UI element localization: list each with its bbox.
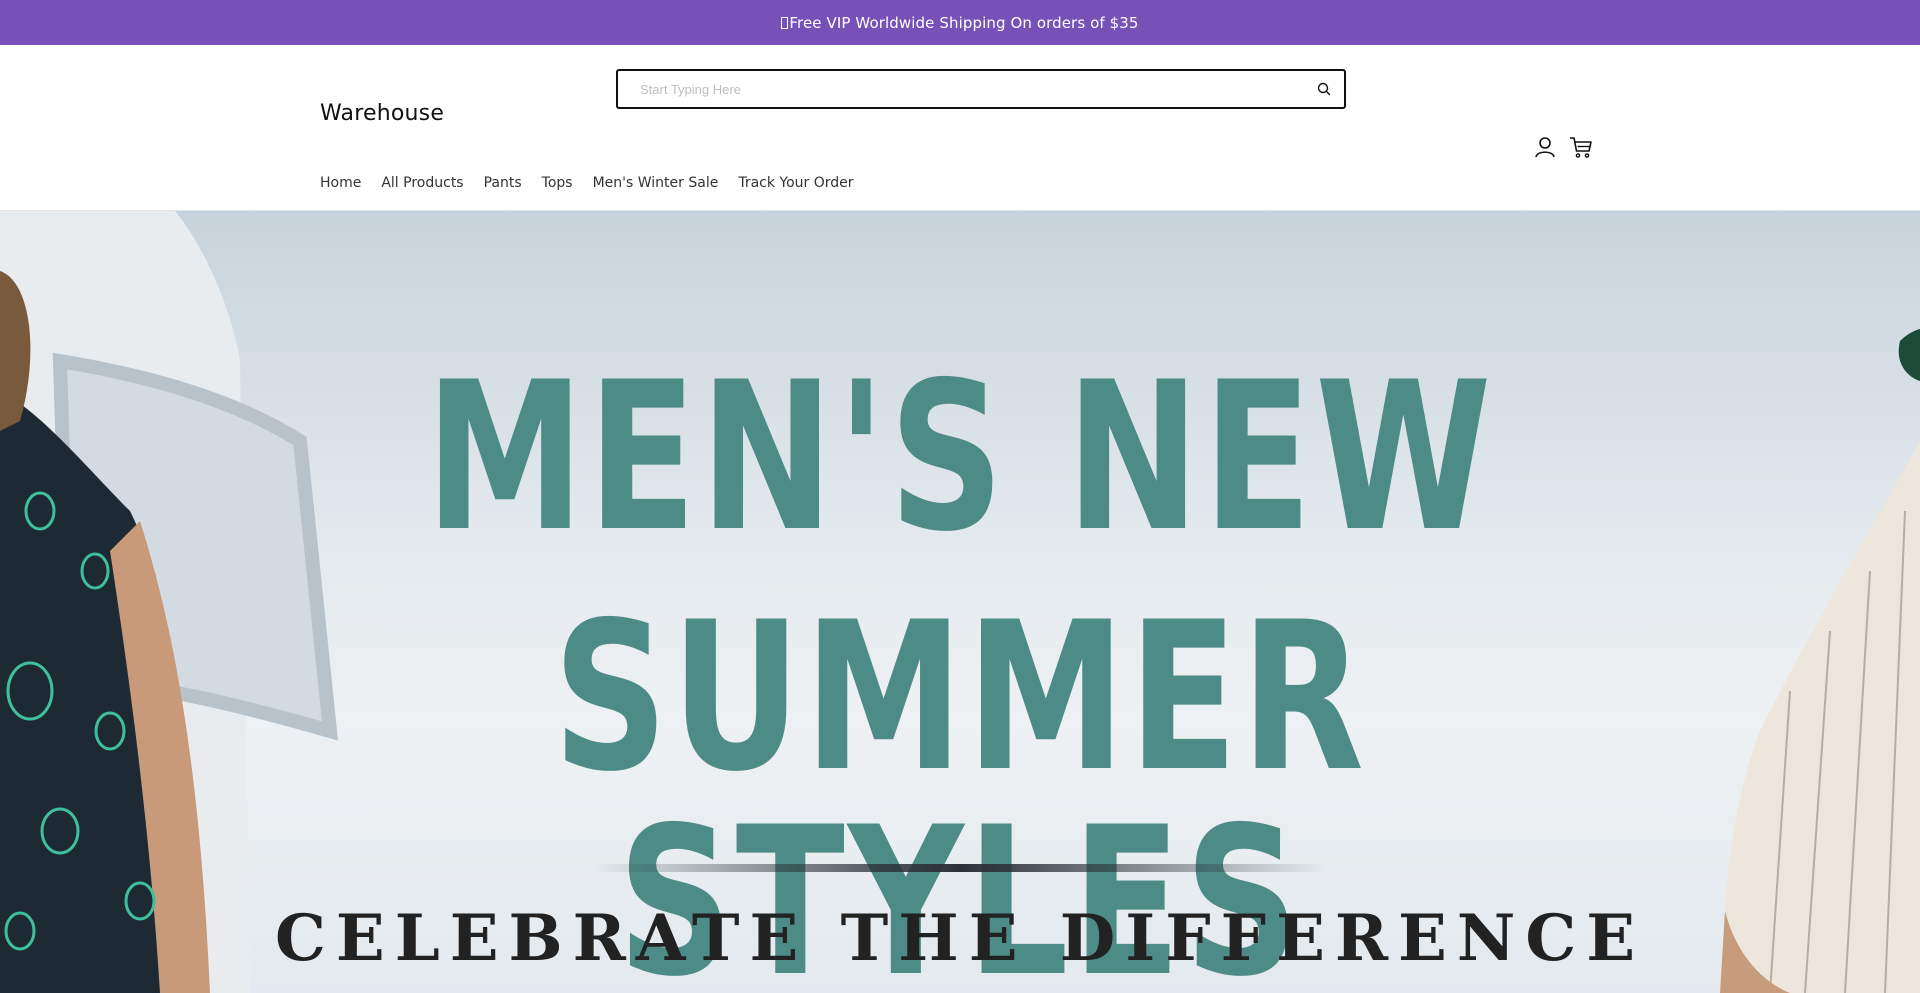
nav-item-track-order[interactable]: Track Your Order bbox=[738, 175, 853, 191]
announcement-text: Free VIP Worldwide Shipping On orders of… bbox=[789, 13, 1139, 32]
nav-item-all-products[interactable]: All Products bbox=[381, 175, 463, 191]
cart-button[interactable] bbox=[1568, 135, 1594, 159]
hero-banner[interactable]: MEN'S NEW SUMMER STYLES CELEBRATE THE DI… bbox=[0, 211, 1920, 993]
hero-subtitle: CELEBRATE THE DIFFERENCE bbox=[274, 901, 1646, 976]
search-bar bbox=[616, 69, 1346, 109]
site-header: Warehouse Home All Products Pants Tops M… bbox=[0, 45, 1920, 211]
account-button[interactable] bbox=[1533, 135, 1557, 159]
search-icon bbox=[1317, 82, 1331, 96]
missing-glyph-icon bbox=[781, 16, 789, 29]
nav-item-pants[interactable]: Pants bbox=[484, 175, 522, 191]
hero-divider bbox=[590, 864, 1330, 872]
right-model-sunglasses bbox=[1898, 329, 1920, 381]
main-nav: Home All Products Pants Tops Men's Winte… bbox=[320, 175, 874, 191]
site-logo[interactable]: Warehouse bbox=[320, 101, 444, 126]
nav-item-tops[interactable]: Tops bbox=[542, 175, 573, 191]
cart-icon bbox=[1570, 137, 1592, 158]
nav-item-home[interactable]: Home bbox=[320, 175, 361, 191]
user-icon bbox=[1535, 137, 1555, 158]
search-input[interactable] bbox=[618, 71, 1304, 107]
nav-item-mens-winter-sale[interactable]: Men's Winter Sale bbox=[593, 175, 719, 191]
announcement-bar: Free VIP Worldwide Shipping On orders of… bbox=[0, 0, 1920, 45]
hero-title-line1: MEN'S NEW bbox=[425, 339, 1495, 577]
search-button[interactable] bbox=[1304, 71, 1344, 107]
